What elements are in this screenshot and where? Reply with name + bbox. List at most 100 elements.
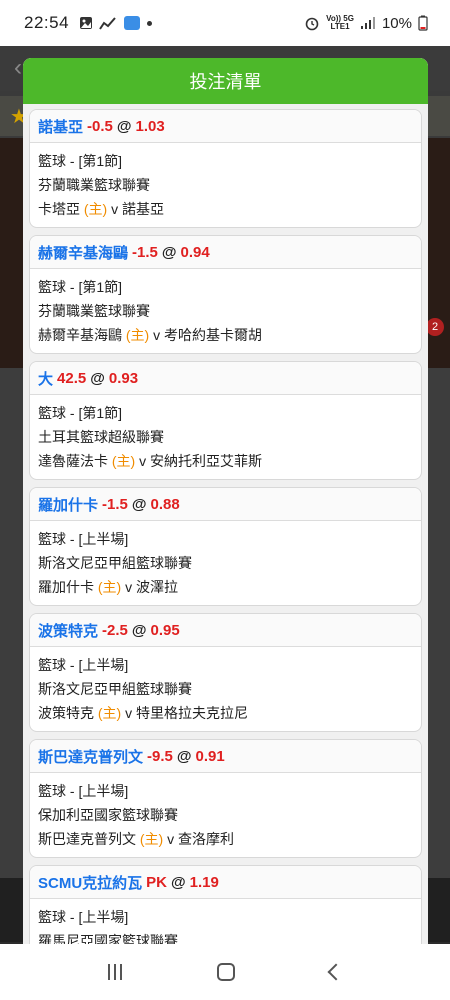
clock: 22:54 <box>24 13 70 32</box>
selection-team: 波策特克 <box>38 622 99 640</box>
home-tag: (主) <box>97 705 122 721</box>
selection-team: 赫爾辛基海鷗 <box>38 244 129 262</box>
versus: v <box>111 201 119 217</box>
bet-card[interactable]: 波策特克 -2.5 @ 0.95 籃球 - [上半場] 斯洛文尼亞甲組籃球聯賽 … <box>29 613 422 732</box>
match-teams: 達魯薩法卡 (主) v 安納托利亞艾菲斯 <box>38 449 413 473</box>
selection-line: -0.5 <box>87 117 113 135</box>
home-tag: (主) <box>111 453 136 469</box>
bet-selection[interactable]: 波策特克 -2.5 @ 0.95 <box>30 614 421 647</box>
home-team: 羅加什卡 <box>38 579 94 595</box>
bet-details: 籃球 - [第1節] 芬蘭職業籃球聯賽 赫爾辛基海鷗 (主) v 考哈約基卡爾胡 <box>30 269 421 353</box>
match-teams: 斯巴達克普列文 (主) v 查洛摩利 <box>38 827 413 851</box>
alarm-icon <box>305 17 319 31</box>
bet-details: 籃球 - [上半場] 羅馬尼亞國家籃球聯賽 蒂米甚瓦拉 (主) v SCMU克拉… <box>30 899 421 944</box>
bet-card[interactable]: 斯巴達克普列文 -9.5 @ 0.91 籃球 - [上半場] 保加利亞國家籃球聯… <box>29 739 422 858</box>
versus: v <box>167 831 175 847</box>
selection-team: 斯巴達克普列文 <box>38 748 144 766</box>
bet-details: 籃球 - [上半場] 斯洛文尼亞甲組籃球聯賽 羅加什卡 (主) v 波澤拉 <box>30 521 421 605</box>
away-team: 考哈約基卡爾胡 <box>164 327 262 343</box>
away-team: 諾基亞 <box>122 201 164 217</box>
at-symbol: @ <box>176 747 192 765</box>
notification-badge: 2 <box>426 318 444 336</box>
sport-period: 籃球 - [上半場] <box>38 531 129 547</box>
match-teams: 羅加什卡 (主) v 波澤拉 <box>38 575 413 599</box>
home-tag: (主) <box>125 327 150 343</box>
bet-details: 籃球 - [上半場] 保加利亞國家籃球聯賽 斯巴達克普列文 (主) v 查洛摩利 <box>30 773 421 857</box>
bet-selection[interactable]: 赫爾辛基海鷗 -1.5 @ 0.94 <box>30 236 421 269</box>
selection-odds: 0.94 <box>180 243 210 261</box>
notification-icons <box>79 15 153 31</box>
at-symbol: @ <box>171 873 186 891</box>
at-symbol: @ <box>131 495 147 513</box>
bet-selection[interactable]: SCMU克拉約瓦 PK @ 1.19 <box>30 866 421 899</box>
bet-selection[interactable]: 大 42.5 @ 0.93 <box>30 362 421 395</box>
bet-list[interactable]: 諾基亞 -0.5 @ 1.03 籃球 - [第1節] 芬蘭職業籃球聯賽 卡塔亞 … <box>23 104 428 944</box>
selection-team: SCMU克拉約瓦 <box>38 874 143 892</box>
app-logo-icon <box>124 16 141 30</box>
bet-slip-modal: 投注清單 諾基亞 -0.5 @ 1.03 籃球 - [第1節] 芬蘭職業籃球聯賽… <box>23 58 428 944</box>
selection-odds: 0.91 <box>195 747 225 765</box>
sport-period: 籃球 - [第1節] <box>38 279 123 295</box>
league-name: 斯洛文尼亞甲組籃球聯賽 <box>38 555 192 571</box>
battery-percent: 10% <box>381 14 412 32</box>
selection-line: PK <box>146 873 168 891</box>
home-team: 達魯薩法卡 <box>38 453 108 469</box>
bet-selection[interactable]: 羅加什卡 -1.5 @ 0.88 <box>30 488 421 521</box>
bet-details: 籃球 - [第1節] 芬蘭職業籃球聯賽 卡塔亞 (主) v 諾基亞 <box>30 143 421 227</box>
back-arrow-icon: ‹ <box>14 54 22 81</box>
sport-period: 籃球 - [上半場] <box>38 909 129 925</box>
home-tag: (主) <box>139 831 164 847</box>
bet-card[interactable]: 大 42.5 @ 0.93 籃球 - [第1節] 土耳其籃球超級聯賽 達魯薩法卡… <box>29 361 422 480</box>
at-symbol: @ <box>161 243 177 261</box>
versus: v <box>125 579 133 595</box>
home-button[interactable] <box>216 963 235 981</box>
league-name: 土耳其籃球超級聯賽 <box>38 429 164 445</box>
away-team: 安納托利亞艾菲斯 <box>150 453 262 469</box>
bet-selection[interactable]: 斯巴達克普列文 -9.5 @ 0.91 <box>30 740 421 773</box>
selection-team: 羅加什卡 <box>38 496 99 514</box>
bet-selection[interactable]: 諾基亞 -0.5 @ 1.03 <box>30 110 421 143</box>
home-tag: (主) <box>97 579 122 595</box>
bet-details: 籃球 - [上半場] 斯洛文尼亞甲組籃球聯賽 波策特克 (主) v 特里格拉夫克… <box>30 647 421 731</box>
home-team: 卡塔亞 <box>38 201 80 217</box>
bet-card[interactable]: SCMU克拉約瓦 PK @ 1.19 籃球 - [上半場] 羅馬尼亞國家籃球聯賽… <box>29 865 422 944</box>
bet-card[interactable]: 羅加什卡 -1.5 @ 0.88 籃球 - [上半場] 斯洛文尼亞甲組籃球聯賽 … <box>29 487 422 606</box>
gallery-icon <box>80 17 93 29</box>
away-team: 查洛摩利 <box>178 831 234 847</box>
signal-icon <box>360 17 375 29</box>
selection-odds: 0.88 <box>150 495 180 513</box>
recents-icon <box>107 964 110 980</box>
selection-odds: 1.19 <box>189 873 219 891</box>
sport-period: 籃球 - [上半場] <box>38 657 129 673</box>
league-name: 芬蘭職業籃球聯賽 <box>38 177 150 193</box>
selection-line: -1.5 <box>132 243 158 261</box>
league-name: 斯洛文尼亞甲組籃球聯賽 <box>38 681 192 697</box>
away-team: 特里格拉夫克拉尼 <box>136 705 248 721</box>
league-name: 保加利亞國家籃球聯賽 <box>38 807 178 823</box>
versus: v <box>153 327 161 343</box>
modal-title: 投注清單 <box>23 58 428 104</box>
away-team: 波澤拉 <box>136 579 178 595</box>
back-button[interactable] <box>327 963 345 981</box>
system-indicators: Vo)) 5G LTE1 10% <box>304 15 428 32</box>
battery-icon <box>418 15 428 31</box>
bet-card[interactable]: 赫爾辛基海鷗 -1.5 @ 0.94 籃球 - [第1節] 芬蘭職業籃球聯賽 赫… <box>29 235 422 354</box>
bet-card[interactable]: 諾基亞 -0.5 @ 1.03 籃球 - [第1節] 芬蘭職業籃球聯賽 卡塔亞 … <box>29 109 422 228</box>
league-name: 芬蘭職業籃球聯賽 <box>38 303 150 319</box>
selection-line: 42.5 <box>57 369 87 387</box>
bet-details: 籃球 - [第1節] 土耳其籃球超級聯賽 達魯薩法卡 (主) v 安納托利亞艾菲… <box>30 395 421 479</box>
chart-icon <box>99 17 116 30</box>
at-symbol: @ <box>131 621 147 639</box>
selection-team: 大 <box>38 370 54 388</box>
sport-period: 籃球 - [上半場] <box>38 783 129 799</box>
recents-button[interactable] <box>107 964 122 980</box>
versus: v <box>139 453 147 469</box>
more-notifications-icon <box>147 20 153 26</box>
selection-odds: 0.95 <box>150 621 180 639</box>
selection-line: -1.5 <box>102 495 128 513</box>
network-indicator: Vo)) 5G LTE1 <box>326 14 354 31</box>
at-symbol: @ <box>90 369 105 387</box>
match-teams: 卡塔亞 (主) v 諾基亞 <box>38 197 413 221</box>
selection-line: -9.5 <box>147 747 173 765</box>
selection-odds: 0.93 <box>108 369 139 387</box>
